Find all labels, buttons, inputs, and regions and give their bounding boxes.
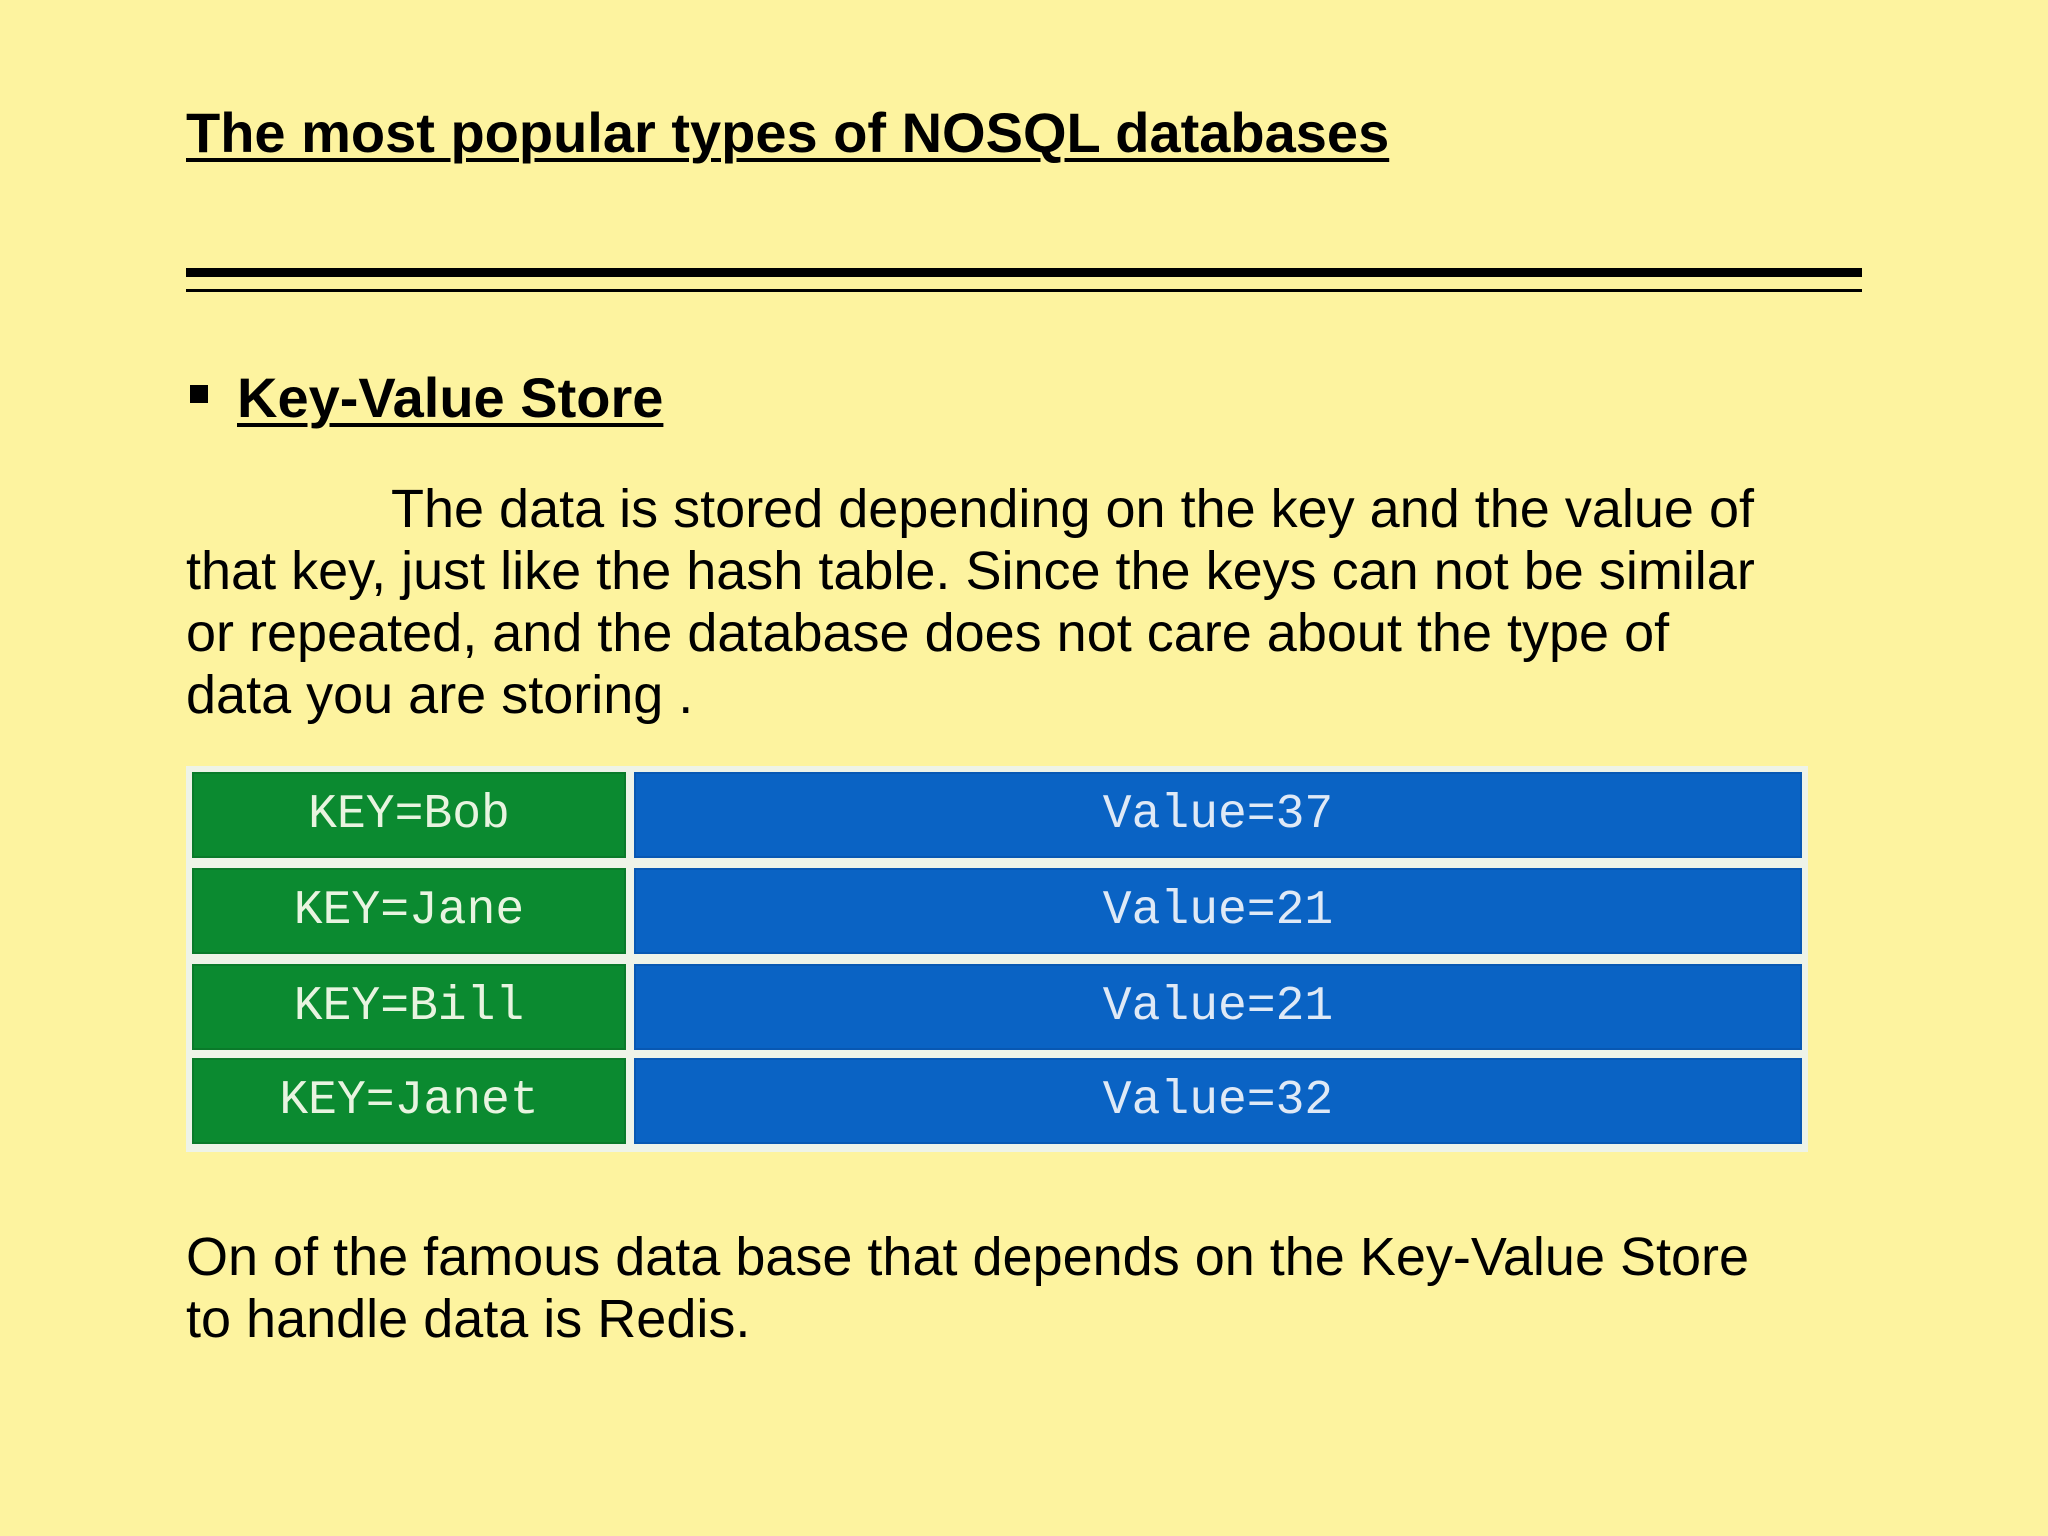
key-cell: KEY=Bob xyxy=(192,772,626,858)
description-paragraph: The data is stored depending on the key … xyxy=(186,478,1886,726)
key-cell: KEY=Jane xyxy=(192,868,626,954)
paragraph-line: that key, just like the hash table. Sinc… xyxy=(186,541,1755,601)
title-divider-thin xyxy=(186,289,1862,292)
key-cell: KEY=Janet xyxy=(192,1058,626,1144)
paragraph-line: data you are storing . xyxy=(186,665,694,725)
square-bullet-icon xyxy=(190,385,208,403)
closing-paragraph: On of the famous data base that depends … xyxy=(186,1226,1886,1350)
paragraph-line: The data is stored depending on the key … xyxy=(391,479,1754,539)
value-cell: Value=21 xyxy=(634,868,1802,954)
closing-line: On of the famous data base that depends … xyxy=(186,1227,1750,1287)
value-cell: Value=37 xyxy=(634,772,1802,858)
value-cell: Value=32 xyxy=(634,1058,1802,1144)
title-divider-thick xyxy=(186,268,1862,277)
paragraph-line: or repeated, and the database does not c… xyxy=(186,603,1670,663)
slide: The most popular types of NOSQL database… xyxy=(0,0,2048,1536)
closing-line: to handle data is Redis. xyxy=(186,1289,751,1349)
slide-title: The most popular types of NOSQL database… xyxy=(186,101,1390,164)
key-value-table: KEY=Bob Value=37 KEY=Jane Value=21 KEY=B… xyxy=(186,766,1808,1152)
value-cell: Value=21 xyxy=(634,964,1802,1050)
key-cell: KEY=Bill xyxy=(192,964,626,1050)
section-heading: Key-Value Store xyxy=(237,366,664,429)
